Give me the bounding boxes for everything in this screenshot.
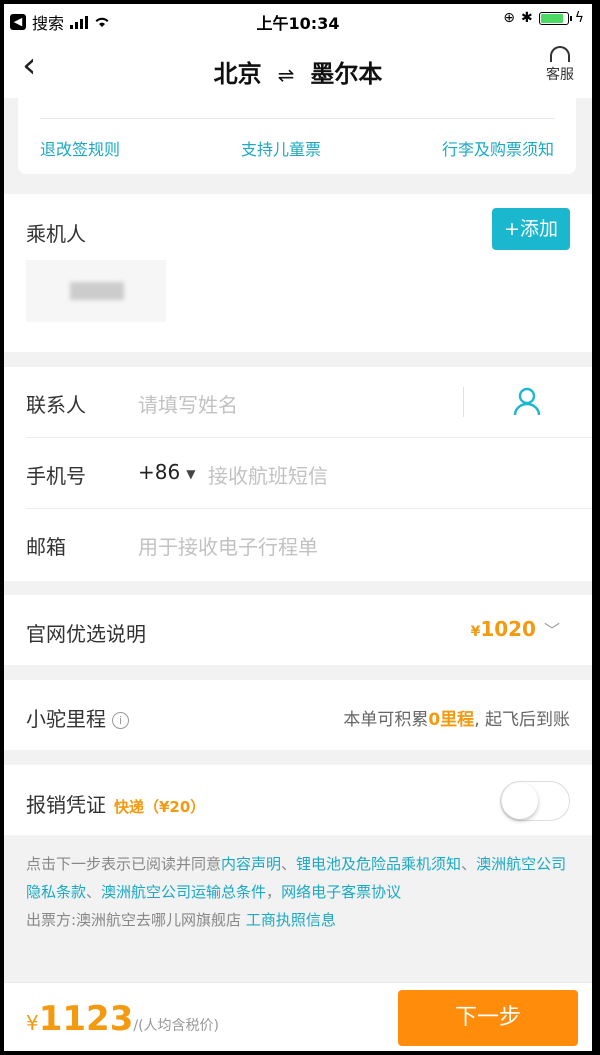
business-license-link[interactable]: 工商执照信息 [246,911,336,929]
notice-sep: 、 [461,855,477,873]
total-price: ¥1123/(人均含税价) [26,999,219,1039]
contact-name-label: 联系人 [26,393,86,417]
currency-symbol: ¥ [470,624,481,640]
phone-input[interactable]: 接收航班短信 [208,460,328,489]
screen: ◀ 搜索 上午10:34 ⊕ ✱ ϟ ‹ 北京 ⇌ 墨尔本 客服 退改签规则 支… [4,4,592,1051]
invoice-section: 报销凭证 快递（¥20） [4,765,592,835]
invoice-toggle[interactable] [500,781,570,821]
chevron-down-icon: ﹀ [543,621,560,640]
country-code-select[interactable]: +86 ▼ [138,460,195,484]
origin-city: 北京 [213,60,262,88]
carriage-conditions-link[interactable]: 澳洲航空公司运输总条件 [101,883,266,901]
nav-bar: ‹ 北京 ⇌ 墨尔本 客服 [4,38,592,98]
phone-label: 手机号 [26,464,86,488]
battery-icon [538,11,572,25]
price-note: /(人均含税价) [133,1018,220,1034]
notice-sep: 、 [281,855,297,873]
eticket-agreement-link[interactable]: 网络电子客票协议 [281,883,401,901]
contact-name-row: 联系人 请填写姓名 [4,367,592,438]
email-label: 邮箱 [26,535,66,559]
add-passenger-button[interactable]: +添加 [492,208,570,250]
battery-rules-link[interactable]: 锂电池及危险品乘机须知 [296,855,461,873]
agreement-notice: 点击下一步表示已阅读并同意内容声明、锂电池及危险品乘机须知、澳洲航空公司隐私条款… [26,850,570,934]
official-label: 官网优选说明 [26,622,146,646]
notice-pre: 点击下一步表示已阅读并同意 [26,855,222,873]
mileage-value: 本单可积累0里程, 起飞后到账 [343,705,570,730]
email-row: 邮箱 用于接收电子行程单 [4,509,592,580]
official-section[interactable]: 官网优选说明 ¥1020 ﹀ [4,595,592,665]
divider [40,118,554,119]
contact-name-input[interactable]: 请填写姓名 [138,389,238,418]
invoice-label-wrap: 报销凭证 快递（¥20） [26,789,205,818]
contact-picker-icon[interactable] [512,385,542,417]
issuer-text: 出票方:澳洲航空去哪儿网旗舰店 [26,911,246,929]
customer-service-button[interactable]: 客服 [546,46,574,84]
passengers-label: 乘机人 [26,222,86,246]
total-price-value: 1123 [38,999,134,1039]
swap-icon: ⇌ [277,63,295,87]
baggage-notice-link[interactable]: 行李及购票须知 [442,136,554,160]
flight-info-card: 退改签规则 支持儿童票 行李及购票须知 [18,98,576,174]
child-ticket-link[interactable]: 支持儿童票 [241,136,321,160]
passenger-name-redacted [70,282,124,300]
refund-rules-link[interactable]: 退改签规则 [40,136,120,160]
status-right: ⊕ ✱ ϟ [503,10,584,26]
country-code-value: +86 [138,460,181,484]
notice-sep: 、 [86,883,102,901]
official-price: ¥1020 ﹀ [471,617,560,641]
footer-bar: ¥1123/(人均含税价) 下一步 [4,982,592,1051]
info-icon[interactable]: i [112,712,129,729]
notice-sep: ， [266,883,282,901]
passengers-section: 乘机人 +添加 [4,194,592,352]
status-bar: ◀ 搜索 上午10:34 ⊕ ✱ ϟ [4,4,592,38]
express-fee: 快递（¥20） [114,798,206,816]
orientation-lock-icon: ⊕ [503,10,516,26]
info-links: 退改签规则 支持儿童票 行李及购票须知 [40,136,554,160]
phone-row: 手机号 +86 ▼ 接收航班短信 [4,438,592,509]
email-input[interactable]: 用于接收电子行程单 [138,531,318,560]
mileage-pre: 本单可积累 [343,710,429,730]
mileage-label: 小驼里程 [26,707,106,731]
invoice-label: 报销凭证 [26,793,106,817]
route-title: 北京 ⇌ 墨尔本 [4,54,592,89]
content-statement-link[interactable]: 内容声明 [221,855,281,873]
contact-section: 联系人 请填写姓名 手机号 +86 ▼ 接收航班短信 邮箱 用于接收电子行程单 [4,367,592,581]
currency-symbol: ¥ [26,1011,39,1035]
mileage-post: , 起飞后到账 [474,710,570,730]
passenger-chip[interactable] [26,260,166,322]
bluetooth-icon: ✱ [521,10,533,26]
mileage-label-wrap: 小驼里程 i [26,703,129,732]
headset-icon [550,46,570,62]
mileage-highlight: 0里程 [428,710,475,730]
next-step-button[interactable]: 下一步 [398,990,578,1046]
toggle-knob [502,783,538,819]
customer-service-label: 客服 [546,67,574,83]
mileage-section: 小驼里程 i 本单可积累0里程, 起飞后到账 [4,680,592,750]
official-price-value: 1020 [480,617,536,641]
destination-city: 墨尔本 [310,60,383,88]
charging-icon: ϟ [574,10,584,26]
caret-down-icon: ▼ [186,466,196,481]
vertical-divider [463,387,464,417]
